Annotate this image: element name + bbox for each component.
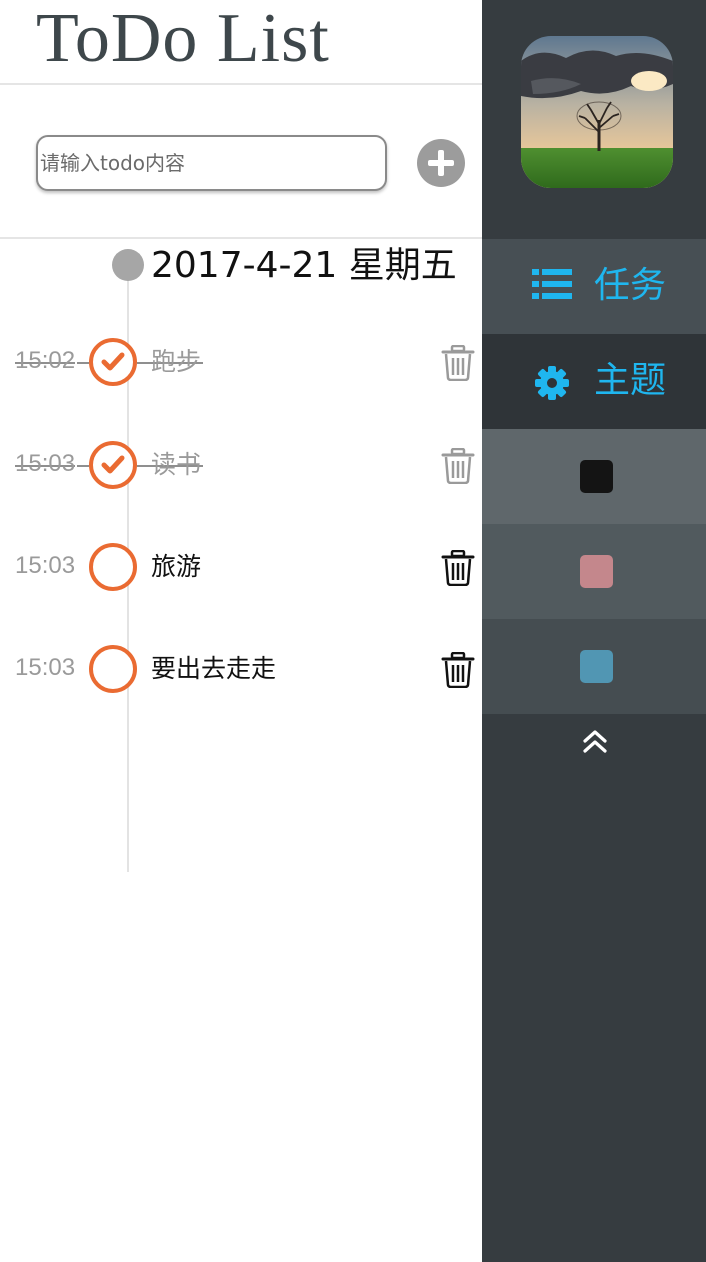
todo-item: 15:03 要出去走走 (0, 639, 482, 699)
todo-input[interactable] (36, 135, 387, 191)
todo-item: 15:03 读书 (0, 435, 482, 495)
strike-line (77, 362, 89, 364)
trash-icon[interactable] (441, 345, 475, 381)
menu-label-tasks: 任务 (594, 265, 667, 306)
date-dot (112, 249, 144, 281)
todo-time: 15:03 (15, 654, 76, 681)
sidebar: 任务 主题 (482, 0, 706, 1262)
date-heading: 2017-4-21 星期五 (151, 245, 457, 286)
todo-text: 读书 (151, 450, 202, 479)
strike-line (77, 465, 89, 467)
todo-time: 15:02 (15, 347, 76, 374)
todo-item: 15:03 旅游 (0, 537, 482, 597)
menu-item-theme[interactable]: 主题 (482, 334, 706, 429)
color-swatch (580, 650, 613, 683)
check-icon (101, 352, 125, 371)
todo-checkbox[interactable] (89, 543, 137, 591)
todo-checkbox[interactable] (89, 338, 137, 386)
color-swatch (580, 460, 613, 493)
menu-label-theme: 主题 (594, 360, 667, 401)
theme-option-blue[interactable] (482, 619, 706, 714)
trash-icon[interactable] (441, 448, 475, 484)
todo-checkbox[interactable] (89, 645, 137, 693)
check-icon (101, 455, 125, 474)
double-chevron-up-icon[interactable] (580, 727, 610, 757)
theme-option-black[interactable] (482, 429, 706, 524)
color-swatch (580, 555, 613, 588)
gear-icon (535, 366, 569, 400)
todo-item: 15:02 跑步 (0, 332, 482, 392)
landscape-image (521, 36, 673, 188)
menu-item-tasks[interactable]: 任务 (482, 239, 706, 334)
add-todo-button[interactable] (417, 139, 465, 187)
trash-icon[interactable] (441, 550, 475, 586)
todo-text: 旅游 (151, 552, 202, 581)
app-title: ToDo List (36, 0, 330, 77)
todo-text: 跑步 (151, 347, 202, 376)
list-icon (532, 269, 572, 299)
todo-time: 15:03 (15, 450, 76, 477)
input-divider (0, 237, 482, 239)
theme-option-pink[interactable] (482, 524, 706, 619)
todo-time: 15:03 (15, 552, 76, 579)
todo-checkbox[interactable] (89, 441, 137, 489)
main-panel: ToDo List 2017-4-21 星期五 15:02 跑步 15:03 (0, 0, 482, 1262)
avatar[interactable] (521, 36, 673, 188)
trash-icon[interactable] (441, 652, 475, 688)
todo-text: 要出去走走 (151, 654, 277, 683)
header-divider (0, 83, 482, 85)
